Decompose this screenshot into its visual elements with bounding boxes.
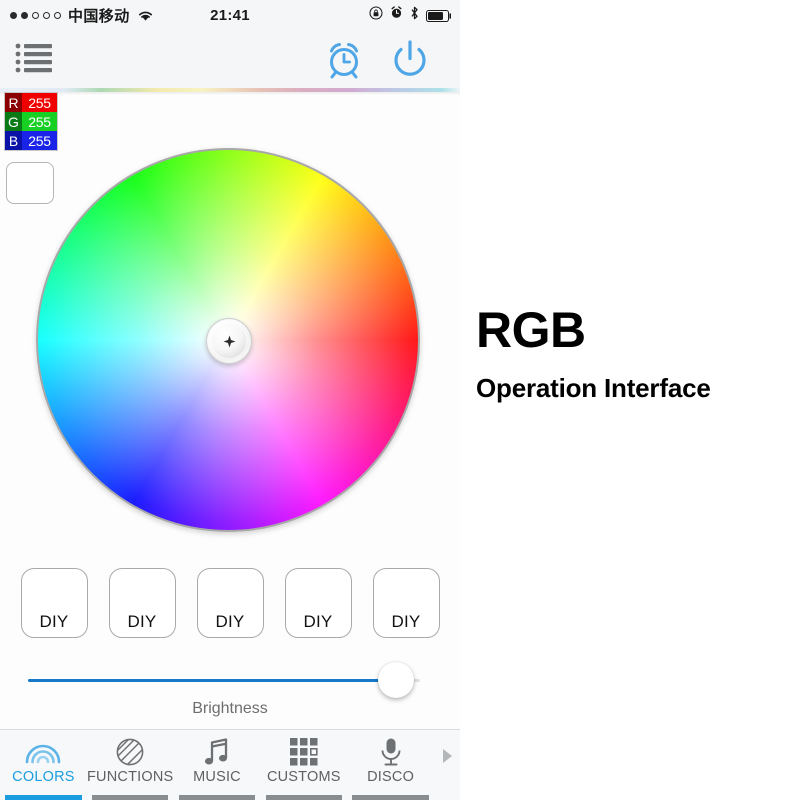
color-wheel[interactable] — [36, 148, 420, 532]
tab-label: DISCO — [367, 769, 415, 785]
toolbar-shadow — [0, 92, 460, 95]
tab-label: FUNCTIONS — [87, 769, 174, 785]
color-wheel-picker[interactable] — [206, 318, 252, 364]
brightness-slider-fill — [28, 679, 397, 682]
phone-screen: 中国移动 21:41 R 255 G 255 B 255 DIY DIY DIY… — [0, 0, 460, 800]
tab-music[interactable]: MUSIC — [174, 730, 261, 800]
status-bar-time: 21:41 — [210, 6, 250, 24]
page-subtitle: Operation Interface — [476, 373, 711, 403]
tab-underline — [352, 795, 429, 800]
rgb-channel-value: 255 — [22, 93, 57, 112]
diy-button-label: DIY — [127, 612, 157, 631]
brightness-slider-area: Brightness — [0, 655, 460, 725]
rgb-row-red: R 255 — [5, 93, 57, 112]
rgb-readout: R 255 G 255 B 255 — [4, 92, 58, 151]
tab-underline — [265, 795, 342, 800]
tab-colors[interactable]: COLORS — [0, 730, 87, 800]
tab-customs[interactable]: CUSTOMS — [260, 730, 347, 800]
rainbow-icon — [23, 737, 63, 767]
battery-icon — [426, 9, 452, 22]
app-toolbar — [0, 30, 460, 88]
list-menu-icon[interactable] — [14, 42, 56, 76]
crosshair-icon — [223, 335, 236, 348]
screenshot-root: 中国移动 21:41 R 255 G 255 B 255 DIY DIY DIY… — [0, 0, 800, 800]
tab-label: COLORS — [12, 769, 75, 785]
bottom-tab-bar: COLORS FUNCTIONS MUSIC CUSTOMS DISCO — [0, 729, 460, 800]
rgb-channel-label: G — [5, 112, 22, 131]
diy-preset-row: DIY DIY DIY DIY DIY — [0, 568, 460, 646]
diy-button-label: DIY — [303, 612, 333, 631]
caption-block: RGB Operation Interface — [476, 305, 796, 404]
hatched-circle-icon — [115, 737, 145, 767]
status-bar: 中国移动 21:41 — [0, 0, 460, 30]
alarm-clock-icon[interactable] — [322, 37, 366, 81]
diy-button-4[interactable]: DIY — [284, 568, 352, 638]
rgb-row-green: G 255 — [5, 112, 57, 131]
tab-label: CUSTOMS — [266, 769, 341, 785]
diy-button-label: DIY — [391, 612, 421, 631]
music-note-icon — [203, 737, 231, 767]
brightness-slider-thumb[interactable] — [378, 662, 415, 698]
tab-underline — [178, 795, 256, 800]
tab-underline — [5, 795, 82, 800]
tab-disco[interactable]: DISCO — [347, 730, 434, 800]
tab-label: MUSIC — [193, 769, 241, 785]
tab-functions[interactable]: FUNCTIONS — [87, 730, 174, 800]
rgb-channel-label: R — [5, 93, 22, 112]
toolbar-actions — [322, 37, 432, 81]
diy-button-3[interactable]: DIY — [196, 568, 264, 638]
rgb-channel-value: 255 — [22, 112, 57, 131]
diy-button-1[interactable]: DIY — [20, 568, 88, 638]
diy-button-label: DIY — [215, 612, 245, 631]
chevron-right-icon[interactable] — [434, 730, 460, 800]
grid-icon — [289, 737, 319, 767]
tab-underline — [92, 795, 169, 800]
rgb-channel-label: B — [5, 131, 22, 150]
diy-button-5[interactable]: DIY — [372, 568, 440, 638]
diy-button-label: DIY — [39, 612, 69, 631]
power-icon[interactable] — [388, 37, 432, 81]
microphone-icon — [378, 737, 404, 767]
page-title: RGB — [476, 302, 586, 358]
brightness-label: Brightness — [192, 700, 268, 717]
diy-button-2[interactable]: DIY — [108, 568, 176, 638]
